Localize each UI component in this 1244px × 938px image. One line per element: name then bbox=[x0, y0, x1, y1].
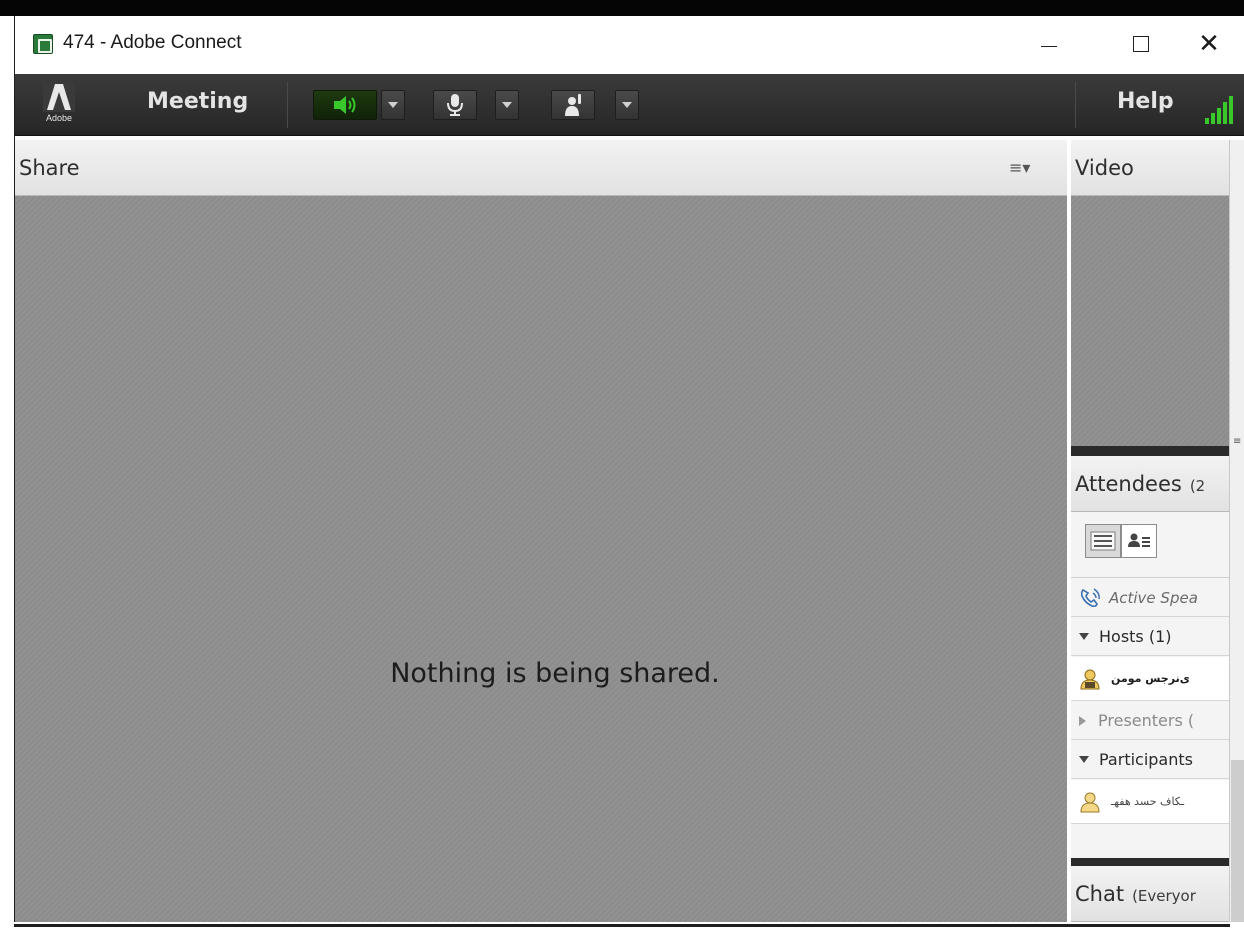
phone-speaking-icon bbox=[1080, 587, 1100, 607]
speaker-options-button[interactable] bbox=[381, 90, 405, 120]
expand-triangle-icon bbox=[1079, 633, 1089, 640]
speaker-icon bbox=[334, 96, 356, 114]
participant-avatar-icon bbox=[1080, 792, 1100, 812]
right-column: Video Attendees (2 Active Spea Hosts (1)… bbox=[1071, 140, 1244, 938]
attendee-row-participant[interactable]: ـکاف حسد هفهـ bbox=[1071, 780, 1229, 824]
raise-hand-icon bbox=[565, 94, 581, 116]
group-hosts[interactable]: Hosts (1) bbox=[1071, 618, 1229, 656]
attendees-pod-title: Attendees bbox=[1075, 472, 1182, 496]
attendee-status-view-icon bbox=[1128, 533, 1150, 547]
toolbar-divider bbox=[1075, 82, 1076, 128]
microphone-button[interactable] bbox=[433, 90, 477, 120]
chevron-down-icon bbox=[622, 102, 632, 108]
active-speakers-row: Active Spea bbox=[1071, 579, 1229, 617]
speaker-button[interactable] bbox=[313, 90, 377, 120]
empty-share-message: Nothing is being shared. bbox=[390, 658, 720, 689]
attendee-name: ی‌نرجس مومن bbox=[1111, 672, 1190, 685]
list-view-icon bbox=[1090, 531, 1116, 551]
resize-grip-icon[interactable]: ≡ bbox=[1233, 436, 1241, 447]
group-presenters[interactable]: Presenters ( bbox=[1071, 702, 1229, 740]
collapse-triangle-icon bbox=[1079, 715, 1086, 726]
window-bottom-edge bbox=[14, 924, 1230, 927]
view-switcher bbox=[1071, 512, 1229, 578]
toolbar-divider bbox=[287, 82, 288, 128]
chat-pod-title: Chat bbox=[1075, 882, 1125, 906]
attendees-list: Active Spea Hosts (1) ی‌نرجس مومن bbox=[1071, 512, 1229, 858]
maximize-icon bbox=[1133, 36, 1149, 52]
video-pod-header: Video bbox=[1071, 140, 1229, 196]
close-icon: ✕ bbox=[1198, 29, 1220, 59]
chevron-down-icon bbox=[388, 102, 398, 108]
title-bar[interactable]: 474 - Adobe Connect ✕ bbox=[15, 16, 1244, 74]
group-participants[interactable]: Participants bbox=[1071, 741, 1229, 779]
maximize-button[interactable] bbox=[1117, 24, 1165, 64]
video-area bbox=[1071, 196, 1229, 446]
chat-pod-header: Chat (Everyor bbox=[1071, 866, 1229, 922]
attendees-pod: Attendees (2 bbox=[1071, 456, 1229, 858]
microphone-options-button[interactable] bbox=[495, 90, 519, 120]
host-avatar-icon bbox=[1080, 669, 1100, 689]
group-label: Hosts (1) bbox=[1099, 627, 1172, 646]
chat-scope: (Everyor bbox=[1132, 887, 1196, 905]
attendee-row-host[interactable]: ی‌نرجس مومن bbox=[1071, 657, 1229, 701]
share-pod-header: Share ≡▾ bbox=[15, 140, 1067, 196]
group-label: Presenters ( bbox=[1098, 711, 1195, 730]
video-pod-title: Video bbox=[1075, 156, 1134, 180]
attendees-pod-header: Attendees (2 bbox=[1071, 456, 1229, 512]
chevron-down-icon bbox=[502, 102, 512, 108]
attendee-name: ـکاف حسد هفهـ bbox=[1111, 795, 1185, 808]
video-pod: Video bbox=[1071, 140, 1229, 446]
help-menu[interactable]: Help bbox=[1117, 89, 1174, 114]
expand-triangle-icon bbox=[1079, 756, 1089, 763]
pod-options-icon[interactable]: ≡▾ bbox=[1009, 158, 1030, 177]
status-view-button[interactable] bbox=[1121, 524, 1157, 558]
adobe-logo-text: Adobe bbox=[45, 113, 73, 123]
active-speakers-label: Active Spea bbox=[1109, 588, 1198, 607]
status-options-button[interactable] bbox=[615, 90, 639, 120]
share-pod-title: Share bbox=[19, 156, 80, 180]
scrollbar-thumb[interactable] bbox=[1231, 760, 1244, 938]
share-area: Nothing is being shared. bbox=[15, 196, 1067, 938]
signal-strength-icon bbox=[1205, 96, 1235, 124]
adobe-logo: Adobe bbox=[39, 82, 79, 128]
group-label: Participants bbox=[1099, 750, 1193, 769]
adobe-logo-icon bbox=[43, 82, 75, 112]
app-toolbar: Adobe Meeting Help bbox=[15, 74, 1244, 136]
raise-hand-button[interactable] bbox=[551, 90, 595, 120]
attendees-count: (2 bbox=[1189, 477, 1206, 495]
adobe-connect-icon bbox=[33, 34, 53, 54]
meeting-menu[interactable]: Meeting bbox=[147, 89, 248, 114]
minimize-icon bbox=[1041, 45, 1057, 47]
window-title: 474 - Adobe Connect bbox=[63, 32, 242, 53]
list-view-button[interactable] bbox=[1085, 524, 1121, 558]
microphone-icon bbox=[447, 94, 463, 116]
close-button[interactable]: ✕ bbox=[1185, 24, 1233, 64]
screen-top-edge bbox=[0, 0, 1244, 16]
minimize-button[interactable] bbox=[1025, 24, 1073, 64]
app-window: 474 - Adobe Connect ✕ Adobe Meeting Help… bbox=[14, 16, 1244, 938]
share-pod: Share ≡▾ Nothing is being shared. bbox=[15, 140, 1067, 938]
